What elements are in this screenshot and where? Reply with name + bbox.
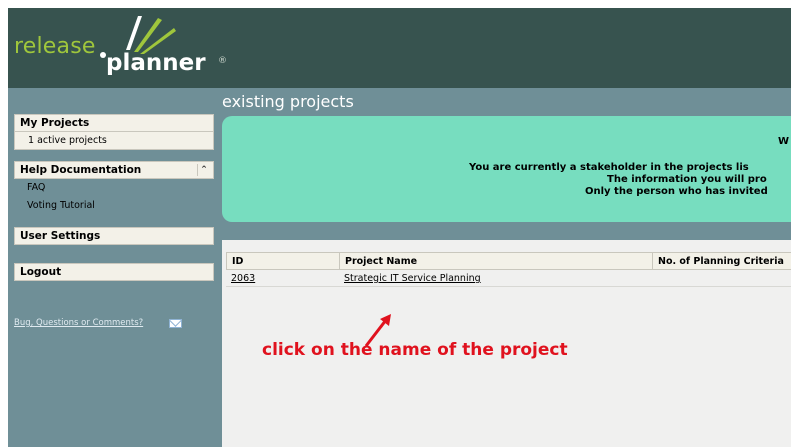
- sidebar-head-my-projects[interactable]: My Projects: [14, 114, 214, 132]
- sidebar-item-faq[interactable]: FAQ: [14, 179, 214, 197]
- column-divider: [339, 253, 340, 270]
- welcome-message-box: W You are currently a stakeholder in the…: [222, 116, 791, 222]
- project-id-link[interactable]: 2063: [231, 273, 255, 284]
- mail-icon[interactable]: [169, 319, 182, 328]
- sidebar: My Projects 1 active projects Help Docum…: [14, 114, 214, 281]
- welcome-line-2: The information you will pro: [607, 174, 767, 185]
- sidebar-head-logout[interactable]: Logout: [14, 263, 214, 281]
- column-divider: [652, 253, 653, 270]
- logo-swoosh-icon: [126, 16, 176, 54]
- table-header: ID Project Name No. of Planning Criteria: [226, 252, 791, 270]
- sidebar-head-label: Help Documentation: [20, 164, 142, 176]
- project-name-link[interactable]: Strategic IT Service Planning: [344, 273, 481, 284]
- sidebar-head-help-documentation[interactable]: Help Documentation ⌃: [14, 161, 214, 179]
- sidebar-item-voting-tutorial[interactable]: Voting Tutorial: [14, 197, 214, 215]
- header-banner: release planner ®: [8, 8, 791, 88]
- bug-questions-link[interactable]: Bug, Questions or Comments?: [14, 318, 143, 328]
- sidebar-head-user-settings[interactable]: User Settings: [14, 227, 214, 245]
- sidebar-item-active-projects[interactable]: 1 active projects: [14, 132, 214, 150]
- welcome-heading: W: [778, 136, 790, 147]
- welcome-line-1: You are currently a stakeholder in the p…: [469, 162, 749, 173]
- welcome-line-3: Only the person who has invited: [585, 186, 768, 197]
- table-row: 2063 Strategic IT Service Planning: [226, 270, 791, 287]
- logo-release-text: release: [14, 34, 96, 59]
- app-frame: release planner ® existing projects My P…: [8, 8, 791, 447]
- column-header-id[interactable]: ID: [232, 256, 243, 267]
- logo-planner-text: planner: [106, 50, 206, 76]
- column-header-planning-criteria[interactable]: No. of Planning Criteria: [658, 256, 784, 267]
- double-chevron-up-icon[interactable]: ⌃: [197, 164, 210, 176]
- projects-panel: ID Project Name No. of Planning Criteria…: [222, 240, 791, 447]
- annotation-text: click on the name of the project: [262, 340, 568, 360]
- page-title: existing projects: [222, 92, 354, 111]
- logo-registered-mark: ®: [218, 56, 227, 66]
- column-header-project-name[interactable]: Project Name: [345, 256, 417, 267]
